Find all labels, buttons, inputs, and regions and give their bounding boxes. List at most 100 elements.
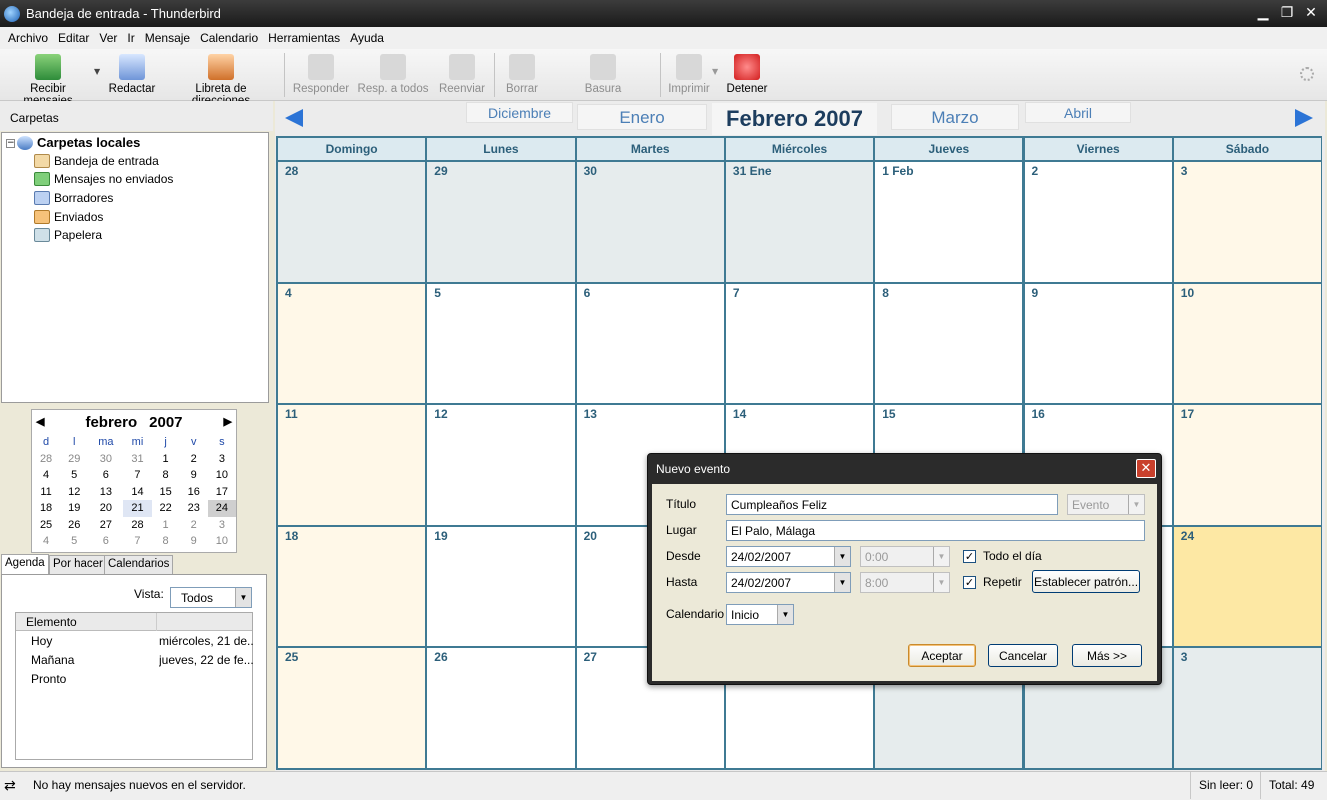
mini-day[interactable]: 19 [60, 500, 88, 517]
day-cell[interactable]: 10 [1173, 283, 1322, 404]
mini-day[interactable]: 22 [152, 500, 180, 517]
day-cell[interactable]: 12 [427, 405, 575, 525]
mini-day[interactable]: 7 [123, 533, 151, 550]
agenda-row[interactable]: Mañana jueves, 22 de fe... [16, 650, 253, 669]
address-book-button[interactable]: Libreta de direcciones [165, 52, 277, 107]
day-cell[interactable]: 3 [1173, 162, 1322, 282]
folder-local[interactable]: Carpetas locales [17, 135, 140, 150]
tab-por-hacer[interactable]: Por hacer [49, 555, 107, 574]
mini-day[interactable]: 10 [208, 533, 236, 550]
mini-day[interactable]: 26 [60, 517, 88, 534]
day-cell[interactable]: 7 [725, 283, 874, 404]
mini-day[interactable]: 16 [180, 484, 208, 501]
mini-day[interactable]: 3 [208, 451, 236, 468]
menu-calendario[interactable]: Calendario [195, 31, 263, 45]
close-icon[interactable]: ✕ [1301, 4, 1321, 23]
menu-mensaje[interactable]: Mensaje [140, 31, 195, 45]
prev-month-arrow-icon[interactable] [285, 109, 303, 127]
folder-unsent[interactable]: Mensajes no enviados [34, 172, 173, 186]
day-cell[interactable]: 9 [1024, 283, 1172, 404]
minimize-icon[interactable]: ▁ [1253, 4, 1273, 23]
dialog-close-icon[interactable]: ✕ [1136, 459, 1156, 478]
mini-day[interactable]: 1 [152, 517, 180, 534]
mini-day-selected[interactable]: 24 [207, 500, 236, 517]
folder-sent[interactable]: Enviados [34, 210, 103, 224]
day-cell[interactable]: 29 [427, 162, 575, 282]
reply-button[interactable]: Responder [290, 52, 352, 98]
event-type-select[interactable]: Evento ▼ [1067, 494, 1145, 515]
mini-day[interactable]: 5 [60, 467, 88, 484]
month-tab-enero[interactable]: Enero [577, 104, 707, 130]
stop-button[interactable]: Detener [724, 52, 770, 98]
mini-day[interactable]: 2 [180, 517, 208, 534]
menu-ir[interactable]: Ir [122, 31, 139, 45]
mini-day[interactable]: 9 [180, 533, 208, 550]
menu-ayuda[interactable]: Ayuda [345, 31, 389, 45]
agenda-row[interactable]: Hoy miércoles, 21 de... [16, 631, 253, 650]
day-cell[interactable]: 18 [278, 526, 426, 647]
day-cell[interactable]: 3 [1173, 648, 1322, 768]
day-cell[interactable]: 26 [427, 648, 575, 768]
day-cell[interactable]: 2 [1024, 162, 1172, 282]
mini-day[interactable]: 9 [180, 467, 208, 484]
mini-day[interactable]: 4 [32, 533, 60, 550]
mini-day[interactable]: 27 [88, 517, 123, 534]
agenda-row[interactable]: Pronto [16, 669, 252, 688]
online-status-icon[interactable]: ⇄ [4, 778, 20, 794]
mini-day[interactable]: 30 [88, 451, 123, 468]
mini-day[interactable]: 20 [88, 500, 123, 517]
mini-day[interactable]: 18 [32, 500, 60, 517]
mini-day[interactable]: 8 [152, 533, 180, 550]
tab-agenda[interactable]: Agenda [1, 554, 49, 574]
mini-day[interactable]: 11 [32, 484, 60, 501]
hasta-time-picker[interactable]: 8:00 ▼ [860, 572, 950, 593]
mini-day[interactable]: 10 [208, 467, 236, 484]
mini-day[interactable]: 17 [208, 484, 236, 501]
day-cell[interactable]: 25 [278, 648, 426, 768]
compose-button[interactable]: Redactar [106, 52, 158, 98]
mini-day[interactable]: 3 [208, 517, 236, 534]
mini-day[interactable]: 14 [123, 484, 151, 501]
mini-day[interactable]: 5 [60, 533, 88, 550]
junk-button[interactable]: Basura [580, 52, 626, 98]
hasta-date-picker[interactable]: 24/02/2007 ▼ [726, 572, 851, 593]
menu-archivo[interactable]: Archivo [3, 31, 53, 45]
day-cell[interactable]: 24 [1173, 526, 1322, 647]
day-cell[interactable]: 8 [875, 283, 1023, 404]
folder-inbox[interactable]: Bandeja de entrada [34, 154, 159, 168]
collapse-icon[interactable]: − [6, 139, 15, 148]
mini-day-today[interactable]: 21 [123, 500, 152, 517]
day-cell[interactable]: 6 [576, 283, 724, 404]
mini-next-month-icon[interactable]: ▶ [224, 415, 232, 428]
mini-day[interactable]: 2 [180, 451, 208, 468]
day-cell[interactable]: 5 [427, 283, 575, 404]
accept-button[interactable]: Aceptar [908, 644, 976, 667]
mini-day[interactable]: 8 [152, 467, 180, 484]
day-cell[interactable]: 4 [278, 283, 426, 404]
day-cell[interactable]: 17 [1173, 405, 1322, 525]
more-button[interactable]: Más >> [1072, 644, 1142, 667]
mini-day[interactable]: 12 [60, 484, 88, 501]
desde-date-picker[interactable]: 24/02/2007 ▼ [726, 546, 851, 567]
mini-day[interactable]: 4 [32, 467, 60, 484]
folder-drafts[interactable]: Borradores [34, 191, 113, 205]
next-month-arrow-icon[interactable] [1295, 109, 1313, 127]
lugar-input[interactable]: El Palo, Málaga [726, 520, 1145, 541]
vista-select[interactable]: Todos ▼ [170, 587, 252, 608]
mini-day[interactable]: 28 [123, 517, 151, 534]
mini-day[interactable]: 23 [180, 500, 208, 517]
menu-editar[interactable]: Editar [53, 31, 94, 45]
cancel-button[interactable]: Cancelar [988, 644, 1058, 667]
month-tab-diciembre[interactable]: Diciembre [466, 102, 573, 123]
day-cell[interactable]: 11 [278, 405, 426, 525]
day-cell[interactable]: 1 Feb [875, 162, 1023, 282]
agenda-column-header[interactable]: Elemento [16, 613, 252, 631]
day-cell[interactable]: 19 [427, 526, 575, 647]
month-tab-marzo[interactable]: Marzo [891, 104, 1019, 130]
mini-day[interactable]: 15 [152, 484, 180, 501]
restore-icon[interactable]: ❐ [1277, 4, 1297, 23]
calendario-select[interactable]: Inicio ▼ [726, 604, 794, 625]
titulo-input[interactable]: Cumpleaños Feliz [726, 494, 1058, 515]
get-mail-dropdown-icon[interactable]: ▼ [94, 67, 100, 76]
set-pattern-button[interactable]: Establecer patrón... [1032, 570, 1140, 593]
